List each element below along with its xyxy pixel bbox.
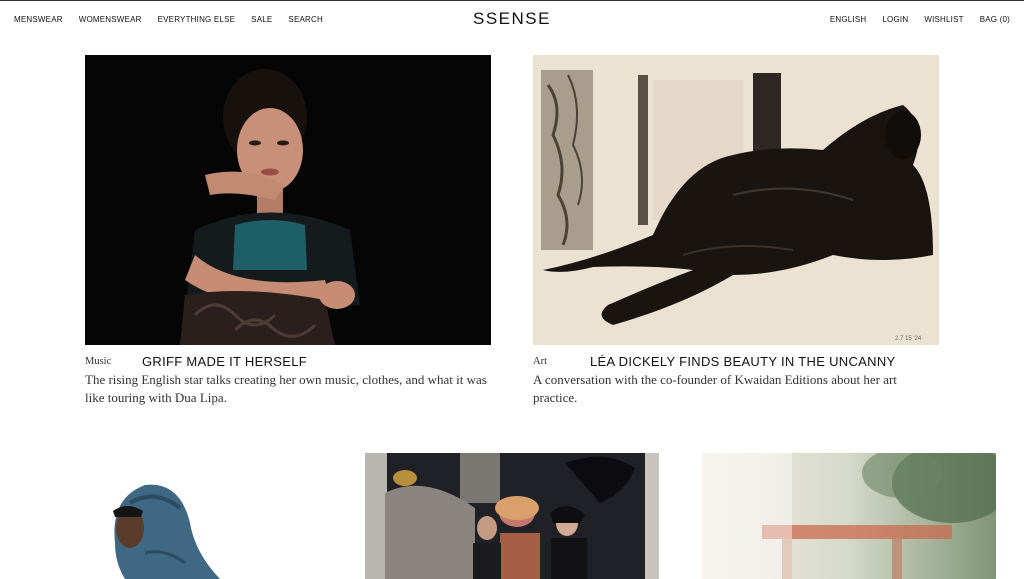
article-title[interactable]: LÉA DICKELY FINDS BEAUTY IN THE UNCANNY — [590, 354, 895, 369]
nav-language[interactable]: ENGLISH — [830, 15, 867, 24]
article-image[interactable] — [365, 453, 659, 579]
article-image[interactable] — [85, 453, 245, 579]
article-description: The rising English star talks creating h… — [85, 372, 487, 405]
site-header: MENSWEAR WOMENSWEAR EVERYTHING ELSE SALE… — [0, 0, 1024, 38]
article-image[interactable]: 2.7 15 '24 — [533, 55, 939, 345]
outdoor-photo — [702, 453, 996, 579]
nav-wishlist[interactable]: WISHLIST — [924, 15, 963, 24]
runway-photo — [365, 453, 659, 579]
article-category: Art — [533, 356, 547, 367]
article-card[interactable]: Music GRIFF MADE IT HERSELF The rising E… — [85, 55, 491, 415]
article-description: A conversation with the co-founder of Kw… — [533, 372, 897, 405]
painting-artwork: 2.7 15 '24 — [533, 55, 939, 345]
article-image[interactable] — [85, 55, 491, 345]
nav-bag[interactable]: BAG (0) — [980, 15, 1010, 24]
article-category: Music — [85, 356, 112, 367]
article-image[interactable] — [702, 453, 996, 579]
article-title[interactable]: GRIFF MADE IT HERSELF — [142, 354, 307, 369]
artwork-signature: 2.7 15 '24 — [895, 336, 922, 342]
article-card[interactable]: 2.7 15 '24 Art LÉA DICKELY FINDS BEAUTY … — [533, 55, 939, 415]
nav-login[interactable]: LOGIN — [882, 15, 908, 24]
portrait-photo — [85, 55, 491, 345]
account-nav: ENGLISH LOGIN WISHLIST BAG (0) — [814, 15, 1010, 24]
hooded-figure-photo — [85, 453, 245, 579]
